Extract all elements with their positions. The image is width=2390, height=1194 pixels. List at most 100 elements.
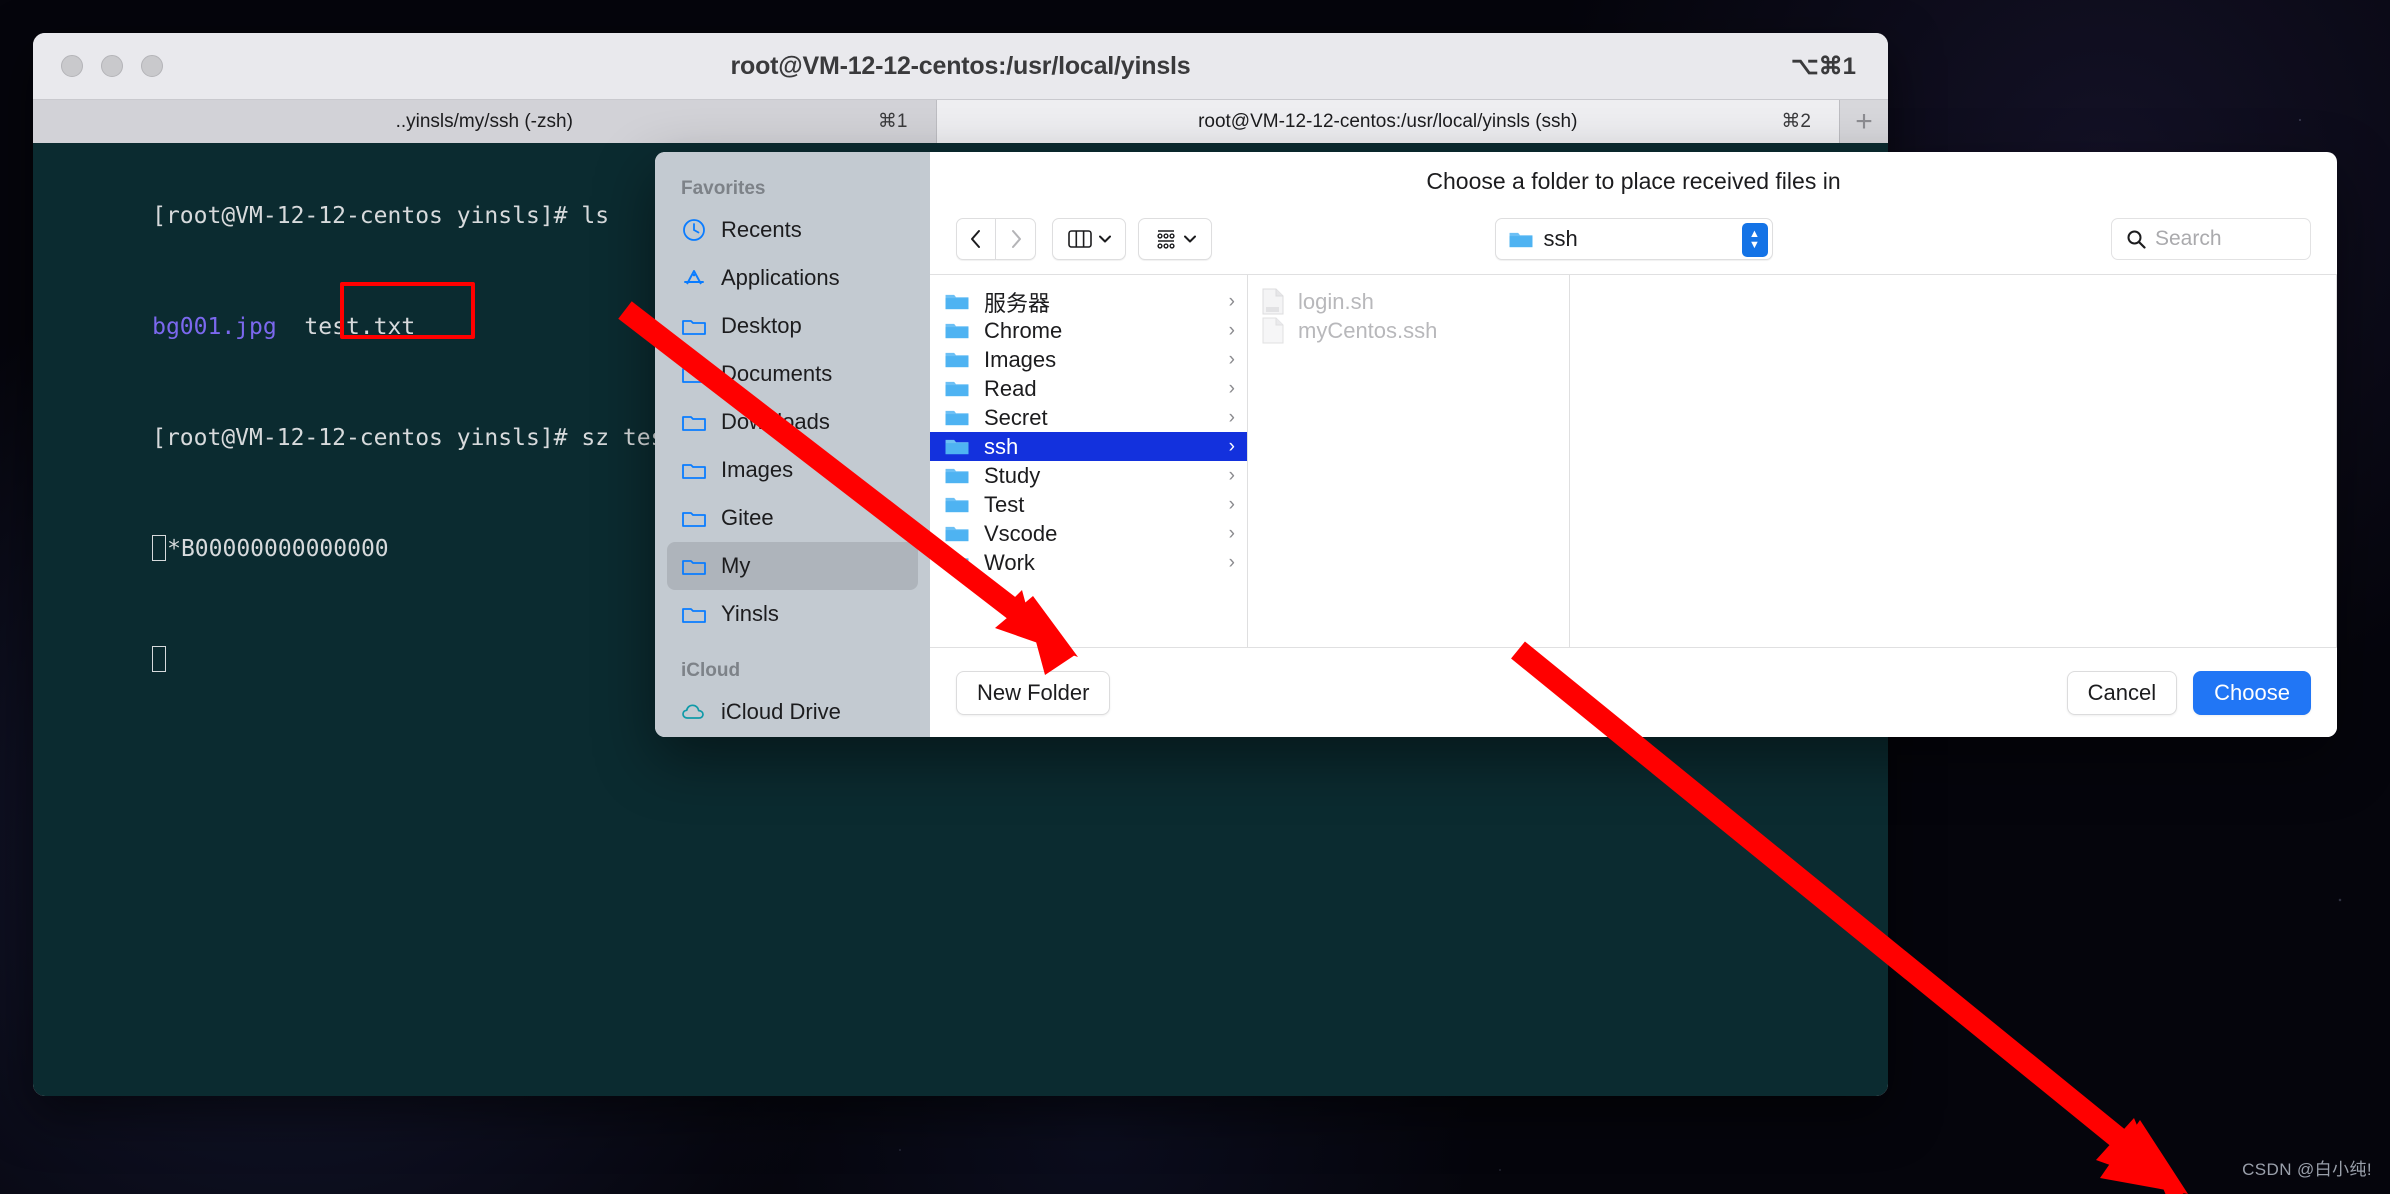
folder-icon xyxy=(682,368,706,383)
finder-columns: 服务器 › Chrome › Images › Read › Secret › … xyxy=(930,274,2337,647)
sidebar-item-yinsls[interactable]: Yinsls xyxy=(667,590,918,638)
chevron-right-icon: › xyxy=(1228,493,1235,515)
search-icon xyxy=(2127,230,2146,249)
sidebar-item-shared[interactable]: Shared xyxy=(667,736,918,737)
dialog-toolbar: ssh ▲ ▼ Search xyxy=(930,204,2337,274)
list-item-label: login.sh xyxy=(1298,288,1374,314)
sidebar-item-gitee[interactable]: Gitee xyxy=(667,494,918,542)
chevron-right-icon: › xyxy=(1228,464,1235,486)
tab-yinsls-my-ssh[interactable]: ..yinsls/my/ssh (-zsh) ⌘1 xyxy=(33,100,937,143)
shell-file-icon xyxy=(1262,288,1284,315)
forward-button[interactable] xyxy=(996,218,1036,260)
sidebar-item-label: Documents xyxy=(721,361,833,386)
path-stepper[interactable]: ▲ ▼ xyxy=(1741,223,1768,257)
clock-icon xyxy=(683,219,705,241)
choose-button[interactable]: Choose xyxy=(2193,670,2311,715)
chevron-down-icon xyxy=(1098,235,1111,243)
tab-label: root@VM-12-12-centos:/usr/local/yinsls (… xyxy=(1198,110,1578,132)
list-item[interactable]: Chrome › xyxy=(930,316,1247,345)
applications-icon xyxy=(684,270,704,285)
chevron-right-icon: › xyxy=(1228,348,1235,370)
list-item[interactable]: Test › xyxy=(930,490,1247,519)
sidebar-item-label: Images xyxy=(721,457,794,482)
tab-root-vm-ssh[interactable]: root@VM-12-12-centos:/usr/local/yinsls (… xyxy=(936,100,1840,143)
file-column[interactable]: login.sh myCentos.ssh xyxy=(1248,275,1570,647)
folder-column[interactable]: 服务器 › Chrome › Images › Read › Secret › … xyxy=(930,275,1248,647)
control-char-glyph-icon xyxy=(152,535,167,561)
finder-sidebar[interactable]: Favorites Recents Applications Desktop D… xyxy=(655,152,930,737)
list-item-ssh-selected[interactable]: ssh › xyxy=(930,432,1247,461)
cancel-button[interactable]: Cancel xyxy=(2066,670,2178,715)
sidebar-item-documents[interactable]: Documents xyxy=(667,350,918,398)
folder-icon xyxy=(945,439,969,455)
folder-icon xyxy=(682,608,706,623)
chevron-right-icon: › xyxy=(1228,551,1235,573)
choose-folder-dialog: Favorites Recents Applications Desktop D… xyxy=(655,152,2337,737)
cloud-icon xyxy=(682,704,704,719)
chevron-right-icon: › xyxy=(1228,290,1235,312)
terminal-command: ls xyxy=(581,203,610,229)
sidebar-item-my[interactable]: My xyxy=(667,542,918,590)
terminal-prompt: [root@VM-12-12-centos yinsls]# xyxy=(152,425,582,451)
list-item[interactable]: Secret › xyxy=(930,403,1247,432)
folder-icon xyxy=(945,323,969,339)
list-item-label: Study xyxy=(984,462,1041,488)
tab-label: ..yinsls/my/ssh (-zsh) xyxy=(395,110,573,132)
sidebar-item-label: Yinsls xyxy=(721,601,779,626)
window-shortcut-label: ⌥⌘1 xyxy=(1790,52,1856,80)
list-item-label: Read xyxy=(984,375,1037,401)
current-folder-popup-button[interactable]: ssh ▲ ▼ xyxy=(1494,218,1773,260)
list-item-label: Images xyxy=(984,346,1057,372)
folder-icon xyxy=(945,410,969,426)
list-item[interactable]: Work › xyxy=(930,548,1247,577)
sidebar-item-applications[interactable]: Applications xyxy=(667,254,918,302)
sidebar-item-downloads[interactable]: Downloads xyxy=(667,398,918,446)
chevron-right-icon: › xyxy=(1228,319,1235,341)
terminal-window-title: root@VM-12-12-centos:/usr/local/yinsls xyxy=(730,51,1191,80)
sidebar-item-icloud-drive[interactable]: iCloud Drive xyxy=(667,688,918,736)
search-placeholder: Search xyxy=(2155,227,2222,250)
sidebar-item-desktop[interactable]: Desktop xyxy=(667,302,918,350)
terminal-prompt: [root@VM-12-12-centos yinsls]# xyxy=(152,203,582,229)
list-item-label: 服务器 xyxy=(984,290,1051,316)
list-item-label: ssh xyxy=(984,433,1019,459)
list-item[interactable]: 服务器 › xyxy=(930,287,1247,316)
folder-icon xyxy=(1509,232,1532,247)
folder-icon xyxy=(945,526,969,542)
list-item-label: Test xyxy=(984,491,1025,517)
group-by-button[interactable] xyxy=(1138,218,1212,260)
folder-icon xyxy=(945,294,969,310)
sidebar-item-images[interactable]: Images xyxy=(667,446,918,494)
folder-icon xyxy=(945,555,969,571)
folder-icon xyxy=(945,381,969,397)
sidebar-group-title-favorites: Favorites xyxy=(681,178,766,199)
chevron-right-icon: › xyxy=(1228,377,1235,399)
terminal-zmodem-raw: *B00000000000000 xyxy=(167,536,389,562)
back-button[interactable] xyxy=(956,218,996,260)
sidebar-item-label: Downloads xyxy=(721,409,830,434)
new-folder-button[interactable]: New Folder xyxy=(956,670,1111,715)
list-item-label: Work xyxy=(984,549,1035,575)
view-mode-button[interactable] xyxy=(1052,218,1126,260)
list-item[interactable]: Study › xyxy=(930,461,1247,490)
sidebar-item-recents[interactable]: Recents xyxy=(667,206,918,254)
terminal-tab-bar: ..yinsls/my/ssh (-zsh) ⌘1 root@VM-12-12-… xyxy=(33,100,1888,143)
chevron-right-icon: › xyxy=(1228,435,1235,457)
terminal-titlebar: root@VM-12-12-centos:/usr/local/yinsls ⌥… xyxy=(33,33,1888,100)
list-item[interactable]: Read › xyxy=(930,374,1247,403)
chevron-right-icon: › xyxy=(1228,522,1235,544)
search-field[interactable]: Search xyxy=(2111,218,2311,260)
new-tab-button[interactable]: + xyxy=(1840,100,1888,143)
list-item[interactable]: Images › xyxy=(930,345,1247,374)
column-view-icon xyxy=(1067,230,1092,248)
chevron-down-icon: ▼ xyxy=(1749,239,1760,251)
dialog-header-title: Choose a folder to place received files … xyxy=(1426,167,1841,194)
sidebar-group-title-icloud: iCloud xyxy=(681,660,741,681)
list-item[interactable]: Vscode › xyxy=(930,519,1247,548)
current-folder-label: ssh xyxy=(1543,226,1578,251)
list-item-label: myCentos.ssh xyxy=(1298,317,1438,343)
chevron-right-icon xyxy=(1011,230,1021,248)
folder-icon xyxy=(682,464,706,479)
tab-shortcut: ⌘2 xyxy=(1781,111,1811,132)
